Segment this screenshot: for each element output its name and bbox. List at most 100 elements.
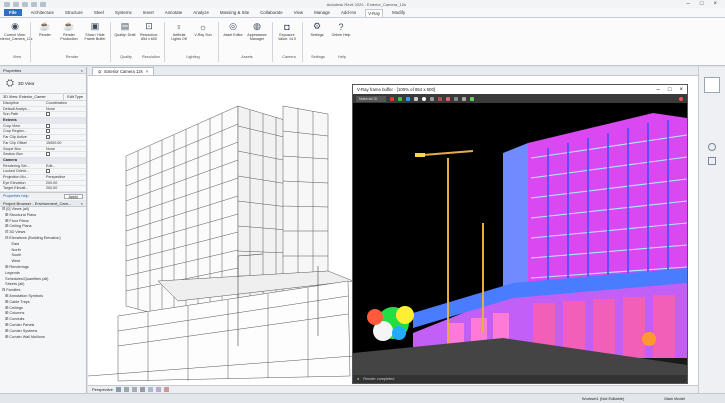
green-channel-icon[interactable] [398,96,402,101]
crop-view-icon[interactable] [147,387,153,392]
reveal-hidden-icon[interactable] [163,387,169,392]
minimize-icon[interactable]: – [657,87,660,93]
close-icon[interactable]: × [679,87,683,93]
asset-editor-button[interactable]: ◎ Asset Editor [222,21,244,37]
group-resolution-label: Resolution [142,55,160,59]
property-value[interactable] [44,129,86,134]
online-help-button[interactable]: ? Online Help [330,21,352,38]
quality-button[interactable]: ▤ Quality: Draft [114,21,136,37]
property-value[interactable]: 15000.00 [44,141,86,146]
tab-architecture[interactable]: Architecture [29,9,56,16]
region-render-icon[interactable] [446,96,450,101]
instance-selector[interactable]: 3D View: Exterior_Camer [0,94,63,100]
exposure-value-button[interactable]: ◘ Exposure Value: 14.0 [276,21,298,42]
frame-buffer-icon: ▣ [90,21,100,31]
maximize-icon[interactable]: □ [700,1,704,7]
frame-buffer-button[interactable]: ▣ Show / Hide Frame Buffer [84,21,106,41]
file-tab[interactable]: File [4,9,22,16]
stop-render-icon[interactable] [679,96,683,101]
tab-insert[interactable]: Insert [141,9,156,16]
edit-type-button[interactable]: Edit Type [63,94,86,100]
property-value[interactable] [44,135,86,140]
quick-access-toolbar[interactable] [4,1,46,7]
render-icon[interactable] [139,387,145,392]
mono-icon[interactable] [422,96,426,101]
close-icon[interactable]: × [146,69,148,74]
tab-add-ins[interactable]: Add-Ins [339,9,358,16]
tab-systems[interactable]: Systems [113,9,134,16]
workset-selector[interactable]: Workset1 (Not Editable) [582,396,624,401]
property-checkbox[interactable] [46,112,50,117]
current-view-button[interactable]: ◉ Current View: Exterior_Camera_12s [0,21,32,41]
view-cube-icon[interactable] [704,77,720,93]
property-name: Discipline [3,101,19,105]
tab-vray[interactable]: V-Ray [365,8,384,17]
sun-path-icon[interactable] [123,387,129,392]
temporary-hide-icon[interactable] [155,387,161,392]
tab-modify[interactable]: Modify [390,9,407,16]
render-button[interactable]: ☕ Render [34,21,56,37]
color-correction-icon[interactable] [470,96,474,101]
property-checkbox[interactable] [46,129,50,134]
vfb-title-bar[interactable]: V-Ray frame buffer - [100% of 854 x 600]… [353,85,687,94]
lens-effects-icon[interactable] [462,96,466,101]
red-channel-icon[interactable] [390,96,394,101]
design-option-selector[interactable]: Main Model [664,396,685,401]
property-value[interactable]: Edit... [44,164,86,169]
clear-icon[interactable] [438,96,442,101]
vray-frame-buffer-window[interactable]: V-Ray frame buffer - [100% of 854 x 600]… [352,84,688,384]
zoom-icon[interactable] [708,157,716,165]
property-name: Eye Elevation [3,180,26,185]
shadows-icon[interactable] [131,387,137,392]
property-value[interactable]: Perspective [44,175,86,180]
vfb-render-canvas[interactable] [353,103,687,377]
alpha-channel-icon[interactable] [414,96,418,101]
property-value[interactable] [44,169,86,174]
property-value[interactable]: 200.00 [44,181,86,186]
appearance-manager-button[interactable]: ◍ Appearance Manager [246,21,268,41]
ribbon-separator [302,22,303,62]
artificial-lights-button[interactable]: ♀ Artificial Lights Off [168,21,190,42]
property-value[interactable]: Coordination [44,101,86,106]
property-checkbox[interactable] [46,169,50,174]
resolution-button[interactable]: ⊡ Resolution: 854 x 600 [138,21,160,41]
apply-button[interactable]: Apply [63,194,83,199]
property-checkbox[interactable] [46,135,50,140]
property-value[interactable] [44,152,86,157]
vray-sun-button[interactable]: ☼ V-Ray Sun [192,21,214,38]
browser-item[interactable]: ⊞ Curtain Wall Mullions [2,335,86,341]
property-value[interactable]: None [44,147,86,152]
render-production-button[interactable]: ☕ Render Production [58,21,80,41]
quality-icon: ▤ [120,21,130,31]
property-value[interactable] [44,112,86,117]
property-checkbox[interactable] [46,123,50,128]
steering-wheel-icon[interactable] [708,143,716,151]
property-value[interactable]: 200.00 [44,186,86,191]
property-value[interactable]: None [44,107,86,112]
settings-button[interactable]: ⚙ Settings [306,21,328,37]
tab-analyze[interactable]: Analyze [191,9,211,16]
track-mouse-icon[interactable] [454,96,458,101]
close-icon[interactable]: × [81,200,83,206]
type-selector[interactable]: ⛭ 3D View [0,74,86,94]
save-icon[interactable] [430,96,434,101]
close-icon[interactable]: × [81,67,83,73]
minimize-icon[interactable]: – [687,1,690,7]
tab-view[interactable]: View [292,9,305,16]
close-icon[interactable]: × [713,1,717,7]
blue-channel-icon[interactable] [406,96,410,101]
tab-collaborate[interactable]: Collaborate [258,9,284,16]
view-mode-label[interactable]: Perspective [92,387,113,392]
maximize-icon[interactable]: □ [668,87,672,93]
view-tab-exterior-camera[interactable]: ⛭ Exterior Camera 12s × [92,67,155,75]
visual-style-icon[interactable] [115,387,121,392]
tab-massing-site[interactable]: Massing & Site [218,9,251,16]
property-value[interactable] [44,123,86,129]
tab-structure[interactable]: Structure [63,9,85,16]
tab-steel[interactable]: Steel [92,9,106,16]
properties-help-link[interactable]: Properties help [3,193,29,199]
channel-select[interactable]: Material ID [356,95,386,102]
property-checkbox[interactable] [46,152,50,157]
tab-manage[interactable]: Manage [312,9,332,16]
tab-annotate[interactable]: Annotate [163,9,185,16]
